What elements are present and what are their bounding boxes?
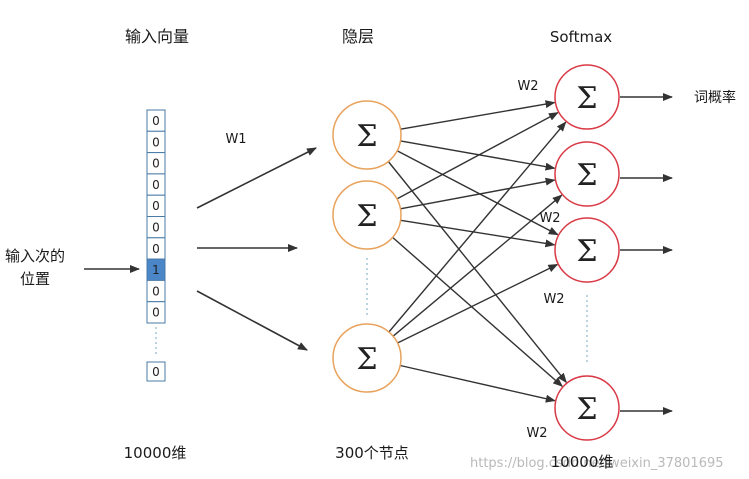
connection-h2-o3 — [400, 219, 556, 248]
w2-label-3: W2 — [543, 292, 564, 307]
input-cell: 0 — [146, 152, 166, 175]
input-cell-value: 0 — [152, 242, 160, 256]
input-position-label-line1: 输入次的 — [5, 247, 65, 265]
connection-h2-o4 — [392, 236, 563, 387]
input-cell-last: 0 — [146, 361, 166, 382]
hidden-neuron-1: Σ — [332, 100, 402, 170]
output-neuron-1-sigma: Σ — [576, 81, 597, 116]
w1-label: W1 — [225, 132, 246, 147]
output-neuron-3: Σ — [554, 217, 620, 283]
w2-label-4: W2 — [526, 426, 547, 441]
input-cell-value: 0 — [152, 221, 160, 235]
output-neuron-1: Σ — [554, 64, 620, 130]
output-dimension-label: 10000维 — [551, 453, 614, 471]
input-cell-value: 0 — [152, 178, 160, 192]
header-softmax: Softmax — [550, 28, 612, 46]
hidden-neuron-3-sigma: Σ — [356, 342, 377, 377]
w1-arrow-bottom — [196, 290, 308, 351]
connection-h1-o1 — [400, 100, 556, 130]
w1-arrow-top — [196, 147, 317, 209]
hidden-to-output-connections — [387, 100, 567, 403]
input-dimension-label: 10000维 — [124, 444, 187, 462]
output-neuron-2: Σ — [554, 141, 620, 207]
connection-h3-o4 — [400, 364, 556, 403]
input-cell-value: 1 — [152, 263, 160, 277]
hidden-nodes-label: 300个节点 — [335, 444, 409, 462]
w2-label-2: W2 — [539, 211, 560, 226]
hidden-neuron-2: Σ — [332, 180, 402, 250]
output-neuron-4: Σ — [554, 375, 620, 441]
input-cell: 0 — [146, 173, 166, 196]
header-input-vector: 输入向量 — [125, 27, 189, 46]
connection-h3-o2 — [392, 194, 563, 337]
hidden-neuron-1-sigma: Σ — [356, 119, 377, 154]
connection-h3-o1 — [388, 121, 567, 333]
input-cell-value: 0 — [152, 284, 160, 298]
input-cell-active: 1 — [146, 258, 166, 281]
input-vector: 0 0 0 0 0 0 0 1 0 0 — [146, 109, 166, 324]
connection-h3-o3 — [397, 263, 559, 344]
input-cell: 0 — [146, 109, 166, 132]
header-hidden-layer: 隐层 — [342, 27, 374, 46]
input-cell-value: 0 — [152, 114, 160, 128]
connection-h1-o3 — [396, 150, 559, 236]
output-probability-label: 词概率 — [694, 89, 736, 106]
output-neuron-4-sigma: Σ — [576, 392, 597, 427]
input-cell: 0 — [146, 279, 166, 303]
input-position-label-line2: 位置 — [20, 270, 50, 288]
input-cell: 0 — [146, 237, 166, 260]
hidden-neuron-2-sigma: Σ — [356, 199, 377, 234]
input-cell: 0 — [146, 194, 166, 217]
input-cell-value: 0 — [152, 135, 160, 149]
input-cell-value: 0 — [152, 306, 160, 320]
hidden-neuron-3: Σ — [332, 323, 402, 393]
input-cell: 0 — [146, 301, 166, 324]
input-cell: 0 — [146, 216, 166, 239]
output-neuron-2-sigma: Σ — [576, 158, 597, 193]
input-cell-last-value: 0 — [152, 365, 160, 379]
output-neuron-3-sigma: Σ — [576, 234, 597, 269]
input-cell: 0 — [146, 130, 166, 154]
input-cell-value: 0 — [152, 157, 160, 171]
w2-label-1: W2 — [517, 79, 538, 94]
input-cell-value: 0 — [152, 199, 160, 213]
word2vec-network-diagram: 输入向量 隐层 Softmax 输入次的 位置 0000000100 0 W1 … — [5, 27, 736, 471]
